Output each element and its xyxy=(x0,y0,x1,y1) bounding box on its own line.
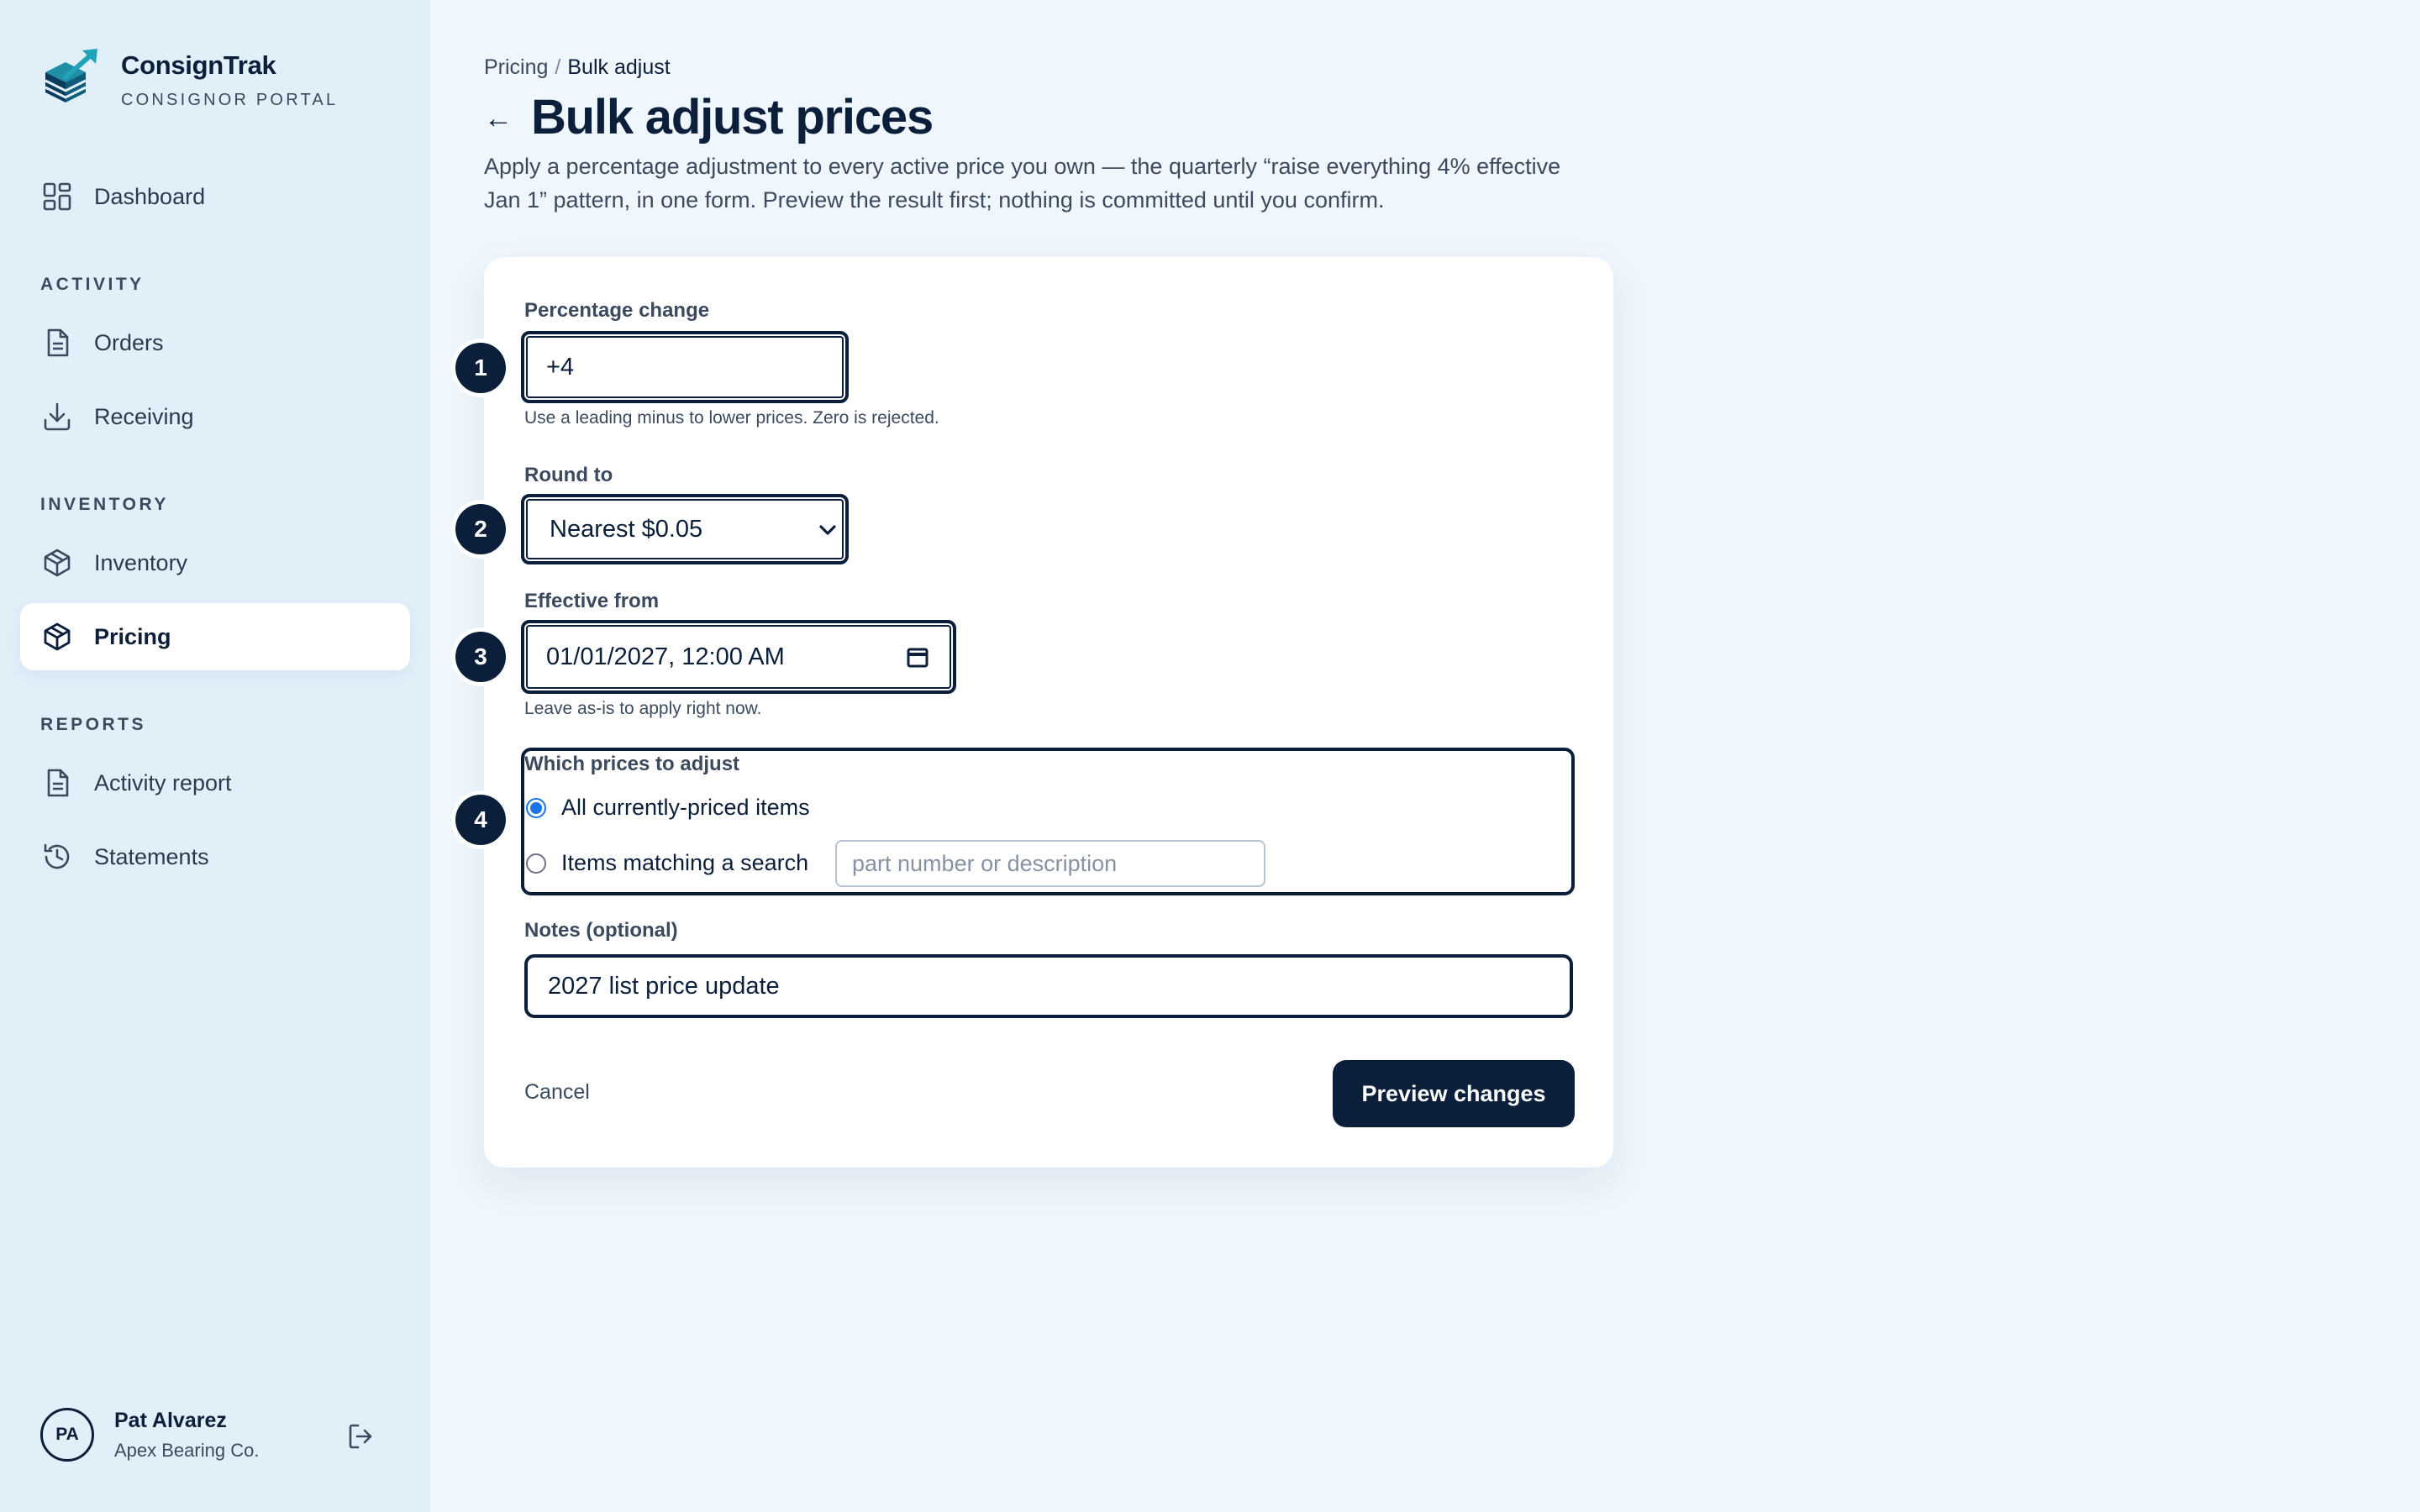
scope-option-label: Items matching a search xyxy=(561,850,809,875)
main-content: Pricing / Bulk adjust ← Bulk adjust prices… xyxy=(430,0,2420,1512)
sidebar-item-pricing[interactable]: Pricing xyxy=(20,603,410,670)
bulk-adjust-form: Percentage change 1 +4 Use a leading min… xyxy=(455,257,1613,1168)
sidebar-item-label: Pricing xyxy=(94,623,171,649)
page-description: Apply a percentage adjustment to every a… xyxy=(484,154,1561,213)
cancel-button[interactable]: Cancel xyxy=(524,1080,590,1105)
consigntrak-logo-icon xyxy=(45,49,97,102)
history-icon xyxy=(40,840,74,874)
sidebar-item-activity-report[interactable]: Activity report xyxy=(20,749,410,816)
round-label: Round to xyxy=(524,464,613,486)
radio-all[interactable] xyxy=(526,797,546,818)
brand-subtitle: CONSIGNOR PORTAL xyxy=(121,91,339,109)
search-placeholder: part number or description xyxy=(852,850,1118,876)
user-name: Pat Alvarez xyxy=(114,1408,227,1432)
effective-label: Effective from xyxy=(524,590,660,612)
percentage-label: Percentage change xyxy=(524,299,710,322)
sidebar-item-dashboard[interactable]: Dashboard xyxy=(20,163,410,230)
box-icon xyxy=(40,620,74,654)
percentage-input[interactable]: +4 xyxy=(521,331,849,403)
sidebar-item-orders[interactable]: Orders xyxy=(20,309,410,376)
percentage-help: Use a leading minus to lower prices. Zer… xyxy=(524,408,939,428)
breadcrumb-current: Bulk adjust xyxy=(567,55,671,79)
percentage-value: +4 xyxy=(546,353,575,381)
sidebar-item-statements[interactable]: Statements xyxy=(20,823,410,890)
sidebar-item-label: Activity report xyxy=(94,769,232,795)
scope-option-label: All currently-priced items xyxy=(561,795,810,820)
calendar-icon[interactable] xyxy=(906,645,929,669)
avatar[interactable]: PA xyxy=(40,1408,94,1462)
round-selected-value: Nearest $0.05 xyxy=(550,515,703,543)
document-icon xyxy=(40,766,74,800)
preview-changes-button[interactable]: Preview changes xyxy=(1333,1060,1575,1127)
effective-date-input[interactable]: 01/01/2027, 12:00 AM xyxy=(521,620,956,694)
user-org: Apex Bearing Co. xyxy=(114,1439,260,1461)
brand[interactable]: ConsignTrak CONSIGNOR PORTAL xyxy=(40,47,338,110)
page-title: Bulk adjust prices xyxy=(531,90,934,144)
scope-option-all[interactable]: All currently-priced items xyxy=(526,795,810,821)
scope-option-search[interactable]: Items matching a search xyxy=(526,850,808,876)
back-arrow-icon[interactable]: ← xyxy=(484,102,513,135)
section-label-reports: REPORTS xyxy=(40,715,147,734)
box-icon xyxy=(40,546,74,580)
step-badge-1: 1 xyxy=(455,343,506,393)
effective-help: Leave as-is to apply right now. xyxy=(524,699,762,718)
breadcrumb: Pricing / Bulk adjust xyxy=(484,55,671,80)
brand-name: ConsignTrak xyxy=(121,50,276,80)
notes-value: 2027 list price update xyxy=(548,972,780,1000)
section-label-activity: ACTIVITY xyxy=(40,275,145,294)
download-icon xyxy=(40,400,74,433)
app-root: ConsignTrak CONSIGNOR PORTAL Dashboard A… xyxy=(0,0,2420,1512)
sidebar-item-label: Dashboard xyxy=(94,183,206,209)
dashboard-icon xyxy=(40,180,74,213)
sidebar-item-label: Inventory xyxy=(94,549,188,575)
sidebar: ConsignTrak CONSIGNOR PORTAL Dashboard A… xyxy=(0,0,430,1512)
sidebar-item-label: Orders xyxy=(94,329,164,355)
section-label-inventory: INVENTORY xyxy=(40,495,169,514)
user-profile: PA Pat Alvarez Apex Bearing Co. xyxy=(40,1408,393,1462)
scope-label: Which prices to adjust xyxy=(524,753,740,775)
sidebar-item-label: Statements xyxy=(94,843,209,869)
sidebar-item-receiving[interactable]: Receiving xyxy=(20,383,410,450)
breadcrumb-separator: / xyxy=(555,55,561,79)
round-select[interactable]: Nearest $0.05 xyxy=(521,494,849,564)
document-icon xyxy=(40,326,74,360)
step-badge-4: 4 xyxy=(455,795,506,845)
step-badge-3: 3 xyxy=(455,632,506,682)
effective-value: 01/01/2027, 12:00 AM xyxy=(546,643,785,670)
scope-search-input[interactable]: part number or description xyxy=(835,840,1265,887)
sidebar-item-inventory[interactable]: Inventory xyxy=(20,529,410,596)
step-badge-2: 2 xyxy=(455,504,506,554)
chevron-down-icon xyxy=(819,525,836,535)
scope-fieldset: Which prices to adjust All currently-pri… xyxy=(521,748,1575,895)
radio-search[interactable] xyxy=(526,853,546,874)
breadcrumb-parent-link[interactable]: Pricing xyxy=(484,55,548,79)
logout-icon[interactable] xyxy=(346,1421,376,1452)
sidebar-item-label: Receiving xyxy=(94,403,194,429)
notes-label: Notes (optional) xyxy=(524,919,678,942)
notes-input[interactable]: 2027 list price update xyxy=(524,954,1573,1018)
